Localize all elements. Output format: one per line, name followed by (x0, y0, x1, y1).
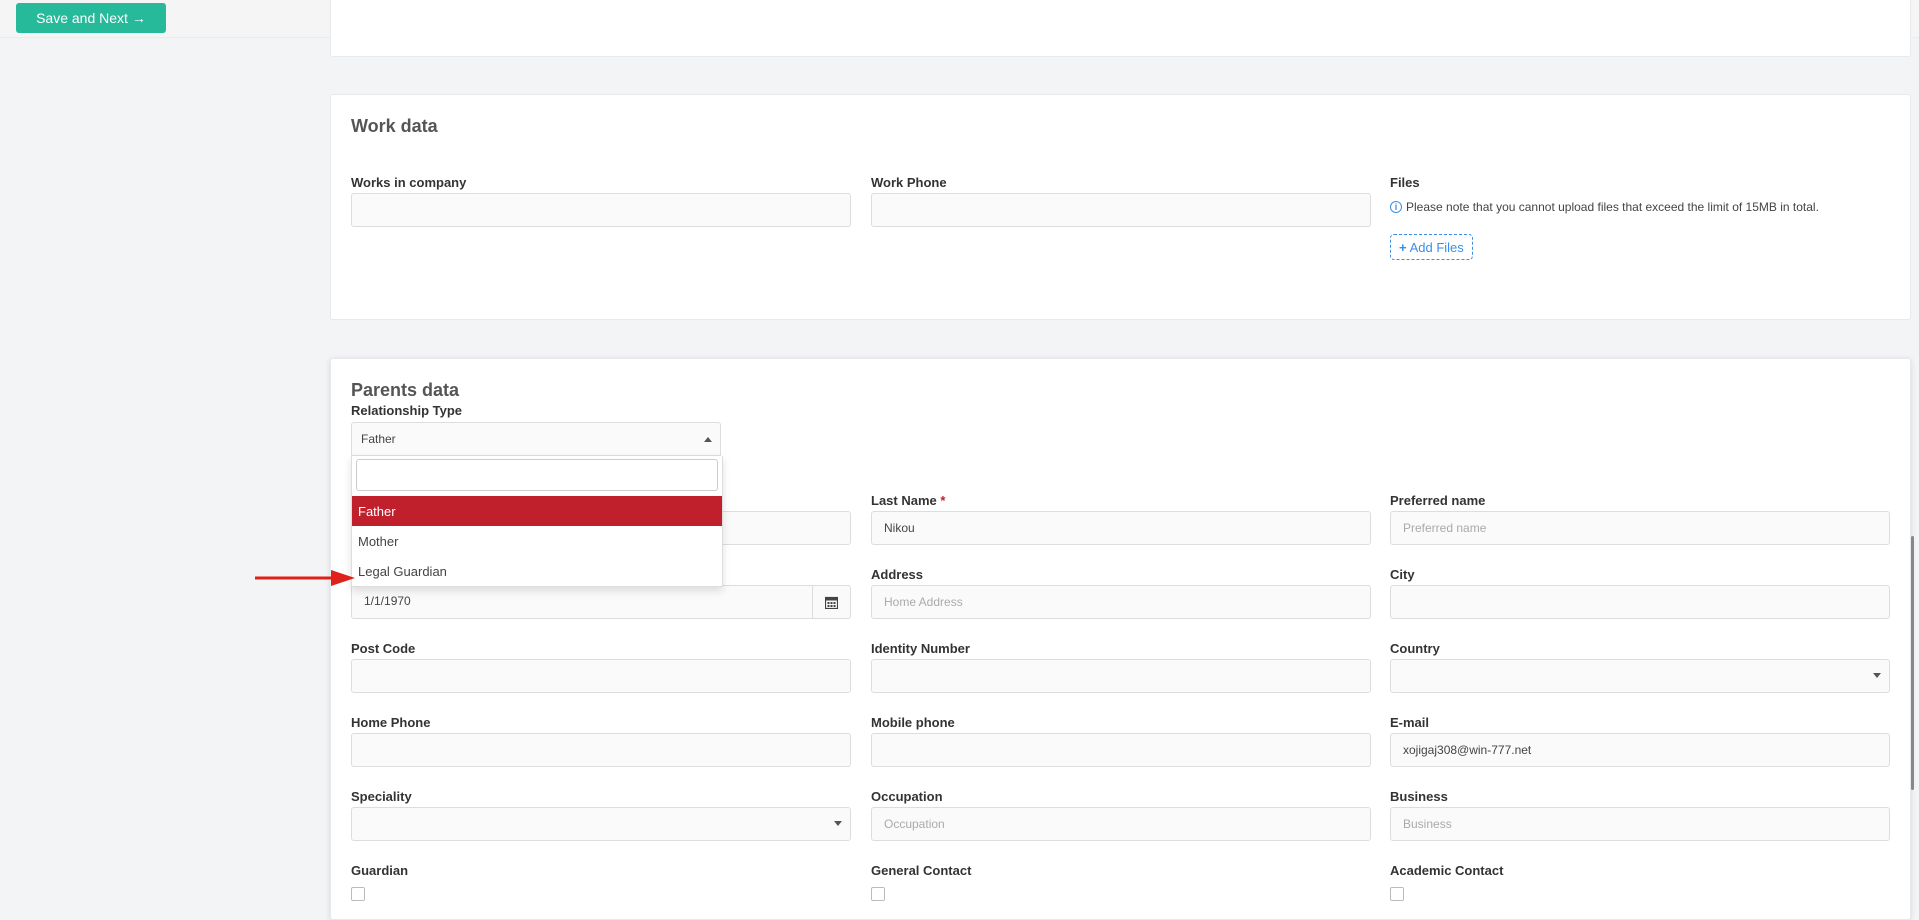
option-legal-guardian[interactable]: Legal Guardian (352, 556, 722, 586)
save-and-next-label: Save and Next (36, 10, 128, 26)
arrow-right-icon: → (131, 10, 146, 26)
calendar-button[interactable] (812, 586, 850, 618)
option-mother[interactable]: Mother (352, 526, 722, 556)
birth-date-input[interactable]: 1/1/1970 (351, 585, 851, 619)
occupation-input[interactable]: Occupation (871, 807, 1371, 841)
email-label: E-mail (1390, 715, 1430, 730)
add-files-label: Add Files (1409, 239, 1464, 255)
speciality-select[interactable] (351, 807, 851, 841)
guardian-checkbox[interactable] (351, 887, 365, 901)
speciality-label: Speciality (351, 789, 412, 804)
required-marker: * (940, 493, 946, 508)
last-name-label-text: Last Name (871, 493, 937, 508)
home-phone-label: Home Phone (351, 715, 431, 730)
preferred-name-placeholder: Preferred name (1403, 521, 1487, 535)
occupation-placeholder: Occupation (884, 817, 945, 831)
work-phone-label: Work Phone (871, 175, 947, 190)
identity-number-label: Identity Number (871, 641, 970, 656)
preferred-name-input[interactable]: Preferred name (1390, 511, 1890, 545)
last-name-value: Nikou (884, 521, 915, 535)
city-input[interactable] (1390, 585, 1890, 619)
work-data-title: Work data (351, 116, 438, 136)
save-and-next-button[interactable]: Save and Next → (16, 3, 166, 33)
info-icon: i (1390, 201, 1402, 213)
country-select[interactable] (1390, 659, 1890, 693)
work-phone-input[interactable] (871, 193, 1371, 227)
guardian-label: Guardian (351, 863, 409, 878)
business-placeholder: Business (1403, 817, 1452, 831)
email-value: xojigaj308@win-777.net (1403, 743, 1532, 757)
academic-contact-checkbox[interactable] (1390, 887, 1404, 901)
occupation-label: Occupation (871, 789, 943, 804)
city-label: City (1390, 567, 1415, 582)
works-in-company-label: Works in company (351, 175, 467, 190)
post-code-input[interactable] (351, 659, 851, 693)
caret-up-icon (704, 437, 712, 442)
add-files-button[interactable]: + Add Files (1390, 234, 1473, 260)
address-input[interactable]: Home Address (871, 585, 1371, 619)
general-contact-label: General Contact (871, 863, 972, 878)
address-placeholder: Home Address (884, 595, 963, 609)
post-code-label: Post Code (351, 641, 416, 656)
mobile-phone-label: Mobile phone (871, 715, 955, 730)
caret-down-icon (834, 821, 842, 826)
files-note-text: Please note that you cannot upload files… (1406, 200, 1819, 214)
page-scrollbar[interactable] (1911, 536, 1914, 790)
address-label: Address (871, 567, 924, 582)
calendar-icon (825, 596, 838, 609)
work-data-card: Work data Works in company Work Phone Fi… (330, 94, 1911, 320)
annotation-arrow (255, 570, 355, 586)
files-note: i Please note that you cannot upload fil… (1390, 200, 1819, 214)
preferred-name-label: Preferred name (1390, 493, 1486, 508)
general-contact-checkbox[interactable] (871, 887, 885, 901)
birth-date-value: 1/1/1970 (364, 594, 411, 608)
business-label: Business (1390, 789, 1448, 804)
last-name-input[interactable]: Nikou (871, 511, 1371, 545)
dropdown-search-input[interactable] (356, 459, 718, 491)
previous-section-card (330, 0, 1911, 57)
email-input[interactable]: xojigaj308@win-777.net (1390, 733, 1890, 767)
academic-contact-label: Academic Contact (1390, 863, 1504, 878)
business-input[interactable]: Business (1390, 807, 1890, 841)
files-label: Files (1390, 175, 1420, 190)
relationship-type-select[interactable]: Father (351, 422, 721, 456)
identity-number-input[interactable] (871, 659, 1371, 693)
relationship-type-value: Father (361, 432, 396, 446)
last-name-label: Last Name * (871, 493, 945, 508)
relationship-type-dropdown: Father Mother Legal Guardian (351, 456, 723, 587)
plus-icon: + (1399, 239, 1407, 255)
country-label: Country (1390, 641, 1440, 656)
parents-data-title: Parents data (351, 380, 460, 400)
option-father[interactable]: Father (352, 496, 722, 526)
relationship-type-label: Relationship Type (351, 403, 462, 418)
caret-down-icon (1873, 673, 1881, 678)
home-phone-input[interactable] (351, 733, 851, 767)
works-in-company-input[interactable] (351, 193, 851, 227)
mobile-phone-input[interactable] (871, 733, 1371, 767)
